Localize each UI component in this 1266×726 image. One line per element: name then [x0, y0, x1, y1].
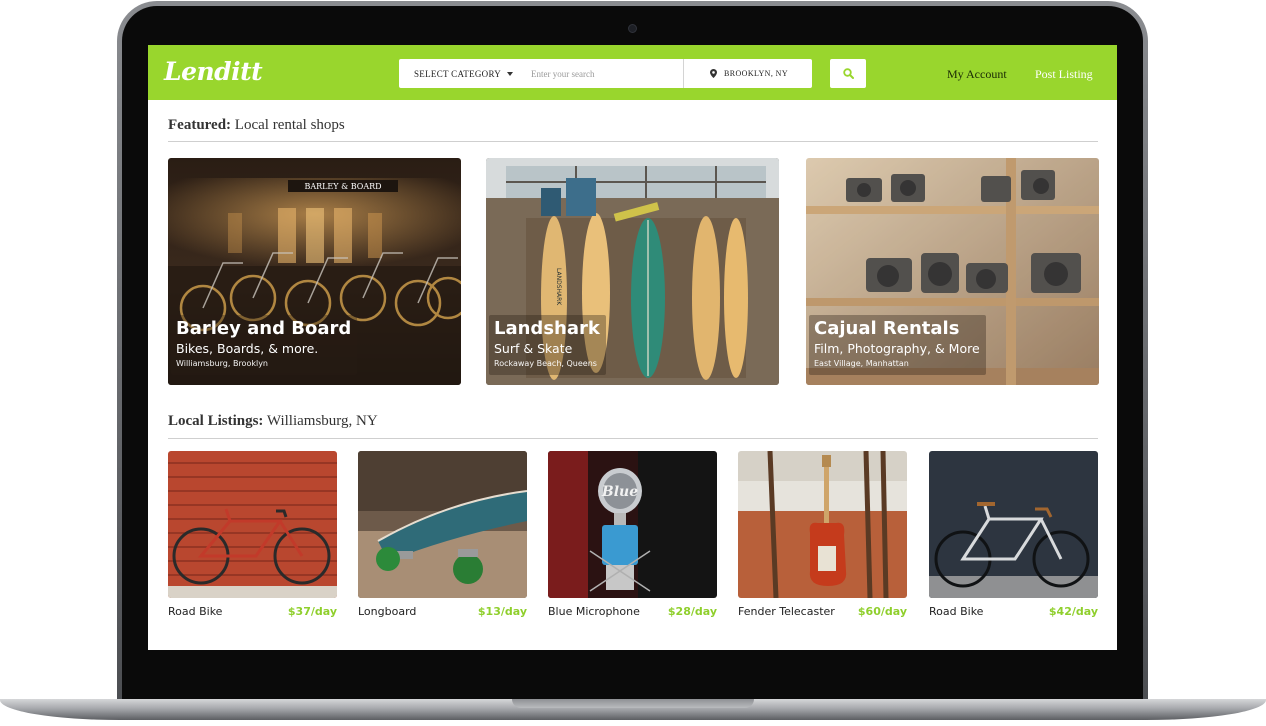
listing-price: $28/day: [667, 605, 717, 618]
search-button[interactable]: [830, 59, 866, 88]
listing-name: Blue Microphone: [548, 605, 640, 618]
featured-heading: Featured: Local rental shops: [168, 117, 345, 134]
shop-overlay: Landshark Surf & Skate Rockaway Beach, Q…: [489, 315, 606, 375]
local-divider: [168, 438, 1098, 439]
listing-photo: [929, 451, 1098, 598]
listing-price: $42/day: [1048, 605, 1098, 618]
map-pin-icon: [710, 69, 717, 78]
shop-card-landshark[interactable]: LANDSHARK Landshark Surf & Skate Rockawa…: [486, 158, 779, 385]
listing-photo: [358, 451, 527, 598]
caret-down-icon: [507, 71, 514, 76]
shop-name: Landshark: [494, 318, 600, 339]
shop-overlay: Barley and Board Bikes, Boards, & more. …: [171, 315, 358, 375]
shop-location: Rockaway Beach, Queens: [494, 359, 597, 368]
listing-name: Road Bike: [929, 605, 984, 618]
listing-photo: [738, 451, 907, 598]
shop-sign-text: BARLEY & BOARD: [304, 182, 381, 191]
shop-tagline: Surf & Skate: [494, 341, 573, 356]
board-text: LANDSHARK: [555, 268, 562, 306]
shop-card-cajual-rentals[interactable]: Cajual Rentals Film, Photography, & More…: [806, 158, 1099, 385]
shop-card-barley-and-board[interactable]: BARLEY & BOARD Barley and Board Bikes, B…: [168, 158, 461, 385]
laptop-notch: [512, 699, 754, 708]
listing-card-longboard[interactable]: Longboard $13/day: [358, 451, 527, 621]
featured-heading-text: Local rental shops: [231, 117, 345, 133]
listing-photo: [168, 451, 337, 598]
mic-brand-text: Blue: [601, 484, 638, 500]
post-listing-link[interactable]: Post Listing: [1035, 67, 1093, 82]
shop-tagline: Film, Photography, & More: [814, 341, 980, 356]
listing-name: Fender Telecaster: [738, 605, 835, 618]
app-screen: Lenditt SELECT CATEGORY BROOKLYN, NY My …: [148, 45, 1117, 650]
shop-name: Barley and Board: [176, 318, 352, 339]
listing-name: Road Bike: [168, 605, 223, 618]
listing-card-fender-telecaster[interactable]: Fender Telecaster $60/day: [738, 451, 907, 621]
listing-price: $37/day: [287, 605, 337, 618]
local-heading-text: Williamsburg, NY: [263, 413, 378, 429]
shop-tagline: Bikes, Boards, & more.: [176, 341, 319, 356]
listing-price: $13/day: [477, 605, 527, 618]
listing-price: $60/day: [857, 605, 907, 618]
search-bar: SELECT CATEGORY BROOKLYN, NY: [399, 59, 812, 88]
shop-overlay: Cajual Rentals Film, Photography, & More…: [809, 315, 986, 375]
category-select[interactable]: SELECT CATEGORY: [399, 59, 521, 88]
search-icon: [842, 68, 854, 79]
featured-divider: [168, 141, 1098, 142]
location-label: BROOKLYN, NY: [724, 69, 788, 78]
shop-location: Williamsburg, Brooklyn: [176, 359, 268, 368]
my-account-link[interactable]: My Account: [947, 67, 1007, 82]
listing-photo: Blue: [548, 451, 717, 598]
shop-name: Cajual Rentals: [814, 318, 960, 339]
listing-card-road-bike-2[interactable]: Road Bike $42/day: [929, 451, 1098, 621]
listing-name: Longboard: [358, 605, 417, 618]
location-select[interactable]: BROOKLYN, NY: [684, 59, 788, 88]
featured-heading-bold: Featured:: [168, 117, 232, 133]
webcam-icon: [628, 24, 637, 33]
logo[interactable]: Lenditt: [164, 57, 263, 86]
local-heading-bold: Local Listings:: [168, 413, 264, 429]
shop-location: East Village, Manhattan: [814, 359, 909, 368]
listing-card-blue-microphone[interactable]: Blue Blue Microphone $28/day: [548, 451, 717, 621]
top-header: Lenditt SELECT CATEGORY BROOKLYN, NY My …: [148, 45, 1117, 100]
listing-card-road-bike[interactable]: Road Bike $37/day: [168, 451, 337, 621]
local-listings-heading: Local Listings: Williamsburg, NY: [168, 413, 378, 430]
search-input[interactable]: [521, 59, 683, 88]
category-select-label: SELECT CATEGORY: [414, 68, 502, 79]
